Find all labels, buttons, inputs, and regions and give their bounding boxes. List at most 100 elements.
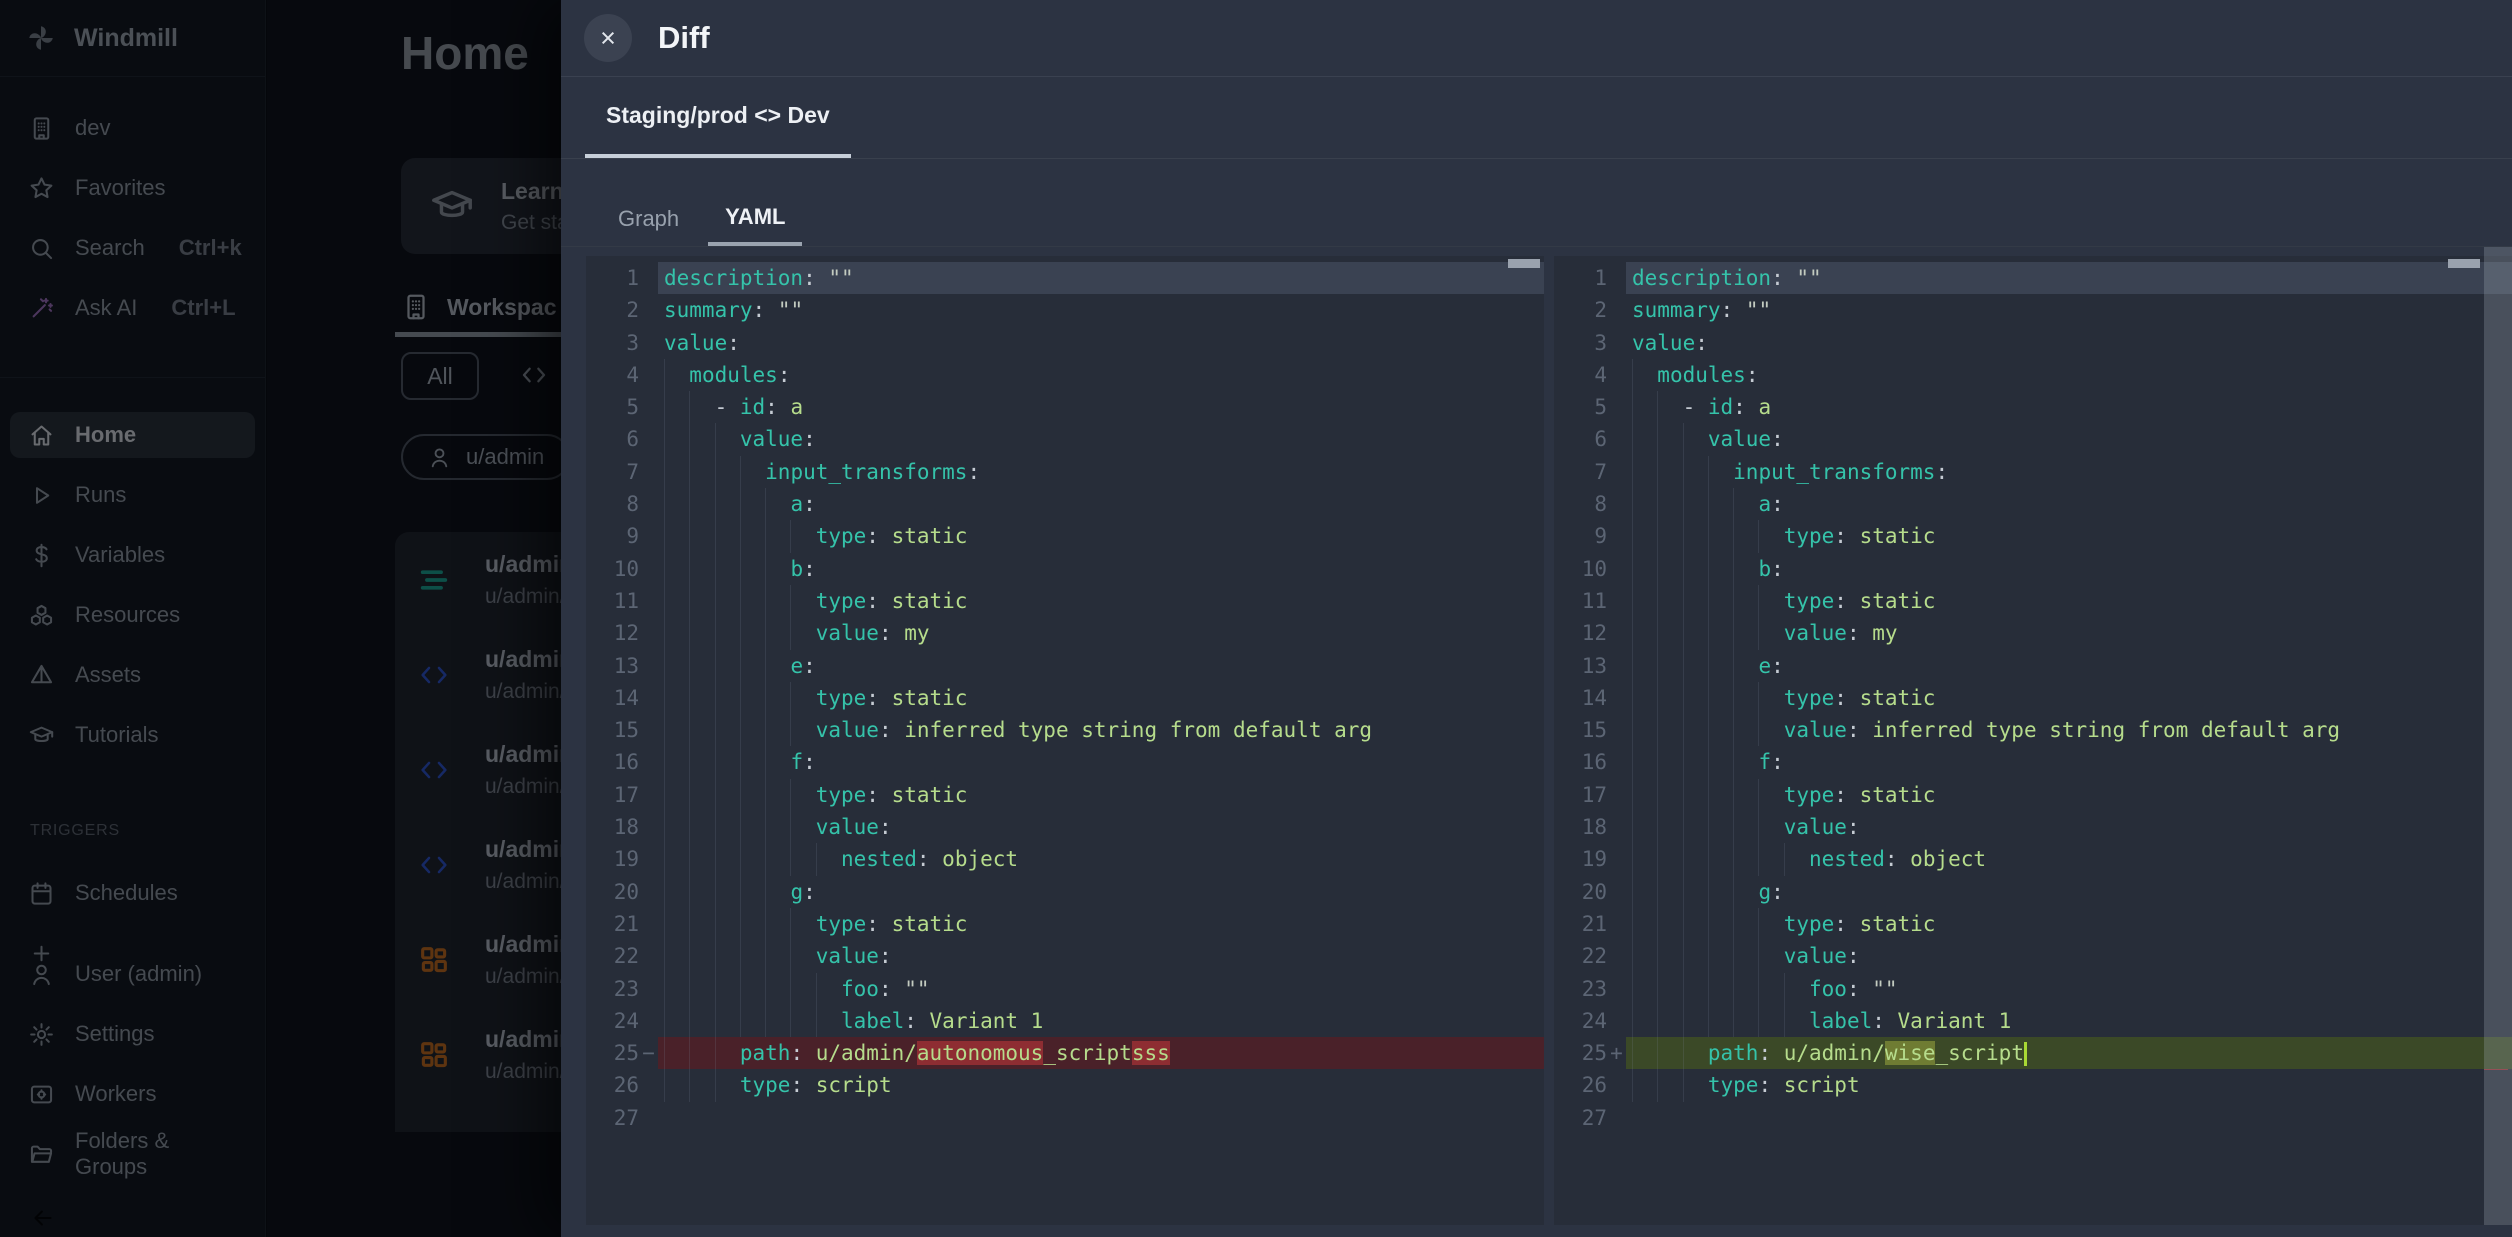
line-number: 8	[1554, 488, 1626, 520]
line-number: 10	[1554, 553, 1626, 585]
line-number: 14	[586, 682, 658, 714]
code-line: 13 e:	[1554, 650, 2512, 682]
code-line: 20 g:	[586, 876, 1544, 908]
code-line: 26 type: script	[586, 1069, 1544, 1101]
diff-section-tabbar: Staging/prod <> Dev	[561, 77, 2512, 159]
close-button[interactable]: ×	[584, 14, 632, 62]
code-line: 6 value:	[586, 423, 1544, 455]
code-line: 24 label: Variant 1	[586, 1005, 1544, 1037]
code-line: 17 type: static	[586, 779, 1544, 811]
line-number: 17	[586, 779, 658, 811]
code-line: 9 type: static	[586, 520, 1544, 552]
code-line: 5 - id: a	[586, 391, 1544, 423]
code-line: 3value:	[586, 327, 1544, 359]
scrollbar-thumb[interactable]	[2448, 259, 2480, 268]
line-number: 1	[1554, 262, 1626, 294]
line-number: 20	[1554, 876, 1626, 908]
line-number: 13	[1554, 650, 1626, 682]
line-number: 25+	[1554, 1037, 1626, 1069]
line-number: 27	[1554, 1102, 1626, 1134]
line-number: 7	[1554, 456, 1626, 488]
line-number: 15	[586, 714, 658, 746]
code-line: 18 value:	[1554, 811, 2512, 843]
line-number: 21	[1554, 908, 1626, 940]
line-number: 16	[586, 746, 658, 778]
diff-modal: × Diff Staging/prod <> Dev Graph YAML 1d…	[561, 0, 2512, 1237]
diff-editors: 1description: ""2summary: ""3value:4 mod…	[586, 256, 2512, 1225]
line-number: 9	[586, 520, 658, 552]
line-number: 15	[1554, 714, 1626, 746]
line-number: 10	[586, 553, 658, 585]
code-line: 8 a:	[1554, 488, 2512, 520]
line-number: 18	[586, 811, 658, 843]
line-number: 22	[586, 940, 658, 972]
code-line: 11 type: static	[586, 585, 1544, 617]
code-line: 1description: ""	[586, 262, 1544, 294]
line-number: 18	[1554, 811, 1626, 843]
line-number: 3	[1554, 327, 1626, 359]
code-line: 22 value:	[1554, 940, 2512, 972]
code-line: 21 type: static	[586, 908, 1544, 940]
line-number: 22	[1554, 940, 1626, 972]
code-line: 27	[1554, 1102, 2512, 1134]
code-line: 25− path: u/admin/autonomous_scriptsss	[586, 1037, 1544, 1069]
code-line: 9 type: static	[1554, 520, 2512, 552]
line-number: 6	[586, 423, 658, 455]
line-number: 3	[586, 327, 658, 359]
line-number: 24	[1554, 1005, 1626, 1037]
tab-graph[interactable]: Graph	[601, 191, 696, 246]
line-number: 5	[586, 391, 658, 423]
code-line: 2summary: ""	[586, 294, 1544, 326]
code-line: 16 f:	[1554, 746, 2512, 778]
diff-view-tabbar: Graph YAML	[561, 191, 2512, 247]
line-number: 14	[1554, 682, 1626, 714]
line-number: 2	[1554, 294, 1626, 326]
code-line: 10 b:	[586, 553, 1544, 585]
line-number: 19	[586, 843, 658, 875]
code-line: 15 value: inferred type string from defa…	[586, 714, 1544, 746]
code-line: 15 value: inferred type string from defa…	[1554, 714, 2512, 746]
code-line: 10 b:	[1554, 553, 2512, 585]
insert-caret	[2024, 1042, 2027, 1066]
scrollbar-thumb[interactable]	[1508, 259, 1540, 268]
tab-yaml[interactable]: YAML	[708, 191, 802, 246]
code-line: 16 f:	[586, 746, 1544, 778]
diff-editor-left[interactable]: 1description: ""2summary: ""3value:4 mod…	[586, 256, 1544, 1225]
close-icon: ×	[600, 23, 616, 54]
line-number: 9	[1554, 520, 1626, 552]
code-line: 8 a:	[586, 488, 1544, 520]
diff-editor-right[interactable]: 1description: ""2summary: ""3value:4 mod…	[1554, 256, 2512, 1225]
line-number: 24	[586, 1005, 658, 1037]
line-number: 2	[586, 294, 658, 326]
code-line: 6 value:	[1554, 423, 2512, 455]
code-line: 23 foo: ""	[586, 973, 1544, 1005]
line-number: 5	[1554, 391, 1626, 423]
line-number: 7	[586, 456, 658, 488]
line-number: 1	[586, 262, 658, 294]
line-number: 26	[586, 1069, 658, 1101]
code-line: 11 type: static	[1554, 585, 2512, 617]
code-line: 7 input_transforms:	[1554, 456, 2512, 488]
code-line: 5 - id: a	[1554, 391, 2512, 423]
line-number: 27	[586, 1102, 658, 1134]
code-line: 1description: ""	[1554, 262, 2512, 294]
code-line: 4 modules:	[1554, 359, 2512, 391]
code-line: 26 type: script	[1554, 1069, 2512, 1101]
code-line: 18 value:	[586, 811, 1544, 843]
line-number: 13	[586, 650, 658, 682]
line-number: 4	[586, 359, 658, 391]
code-line: 4 modules:	[586, 359, 1544, 391]
line-number: 23	[586, 973, 658, 1005]
modal-scrollbar[interactable]	[2484, 247, 2512, 1225]
code-line: 23 foo: ""	[1554, 973, 2512, 1005]
code-line: 21 type: static	[1554, 908, 2512, 940]
line-number: 17	[1554, 779, 1626, 811]
code-line: 20 g:	[1554, 876, 2512, 908]
tab-staging-prod-dev[interactable]: Staging/prod <> Dev	[585, 77, 851, 158]
line-number: 8	[586, 488, 658, 520]
code-line: 19 nested: object	[1554, 843, 2512, 875]
screen: Windmill devFavoritesSearchCtrl+kAsk AIC…	[0, 0, 2512, 1237]
line-number: 4	[1554, 359, 1626, 391]
code-line: 22 value:	[586, 940, 1544, 972]
code-line: 12 value: my	[586, 617, 1544, 649]
